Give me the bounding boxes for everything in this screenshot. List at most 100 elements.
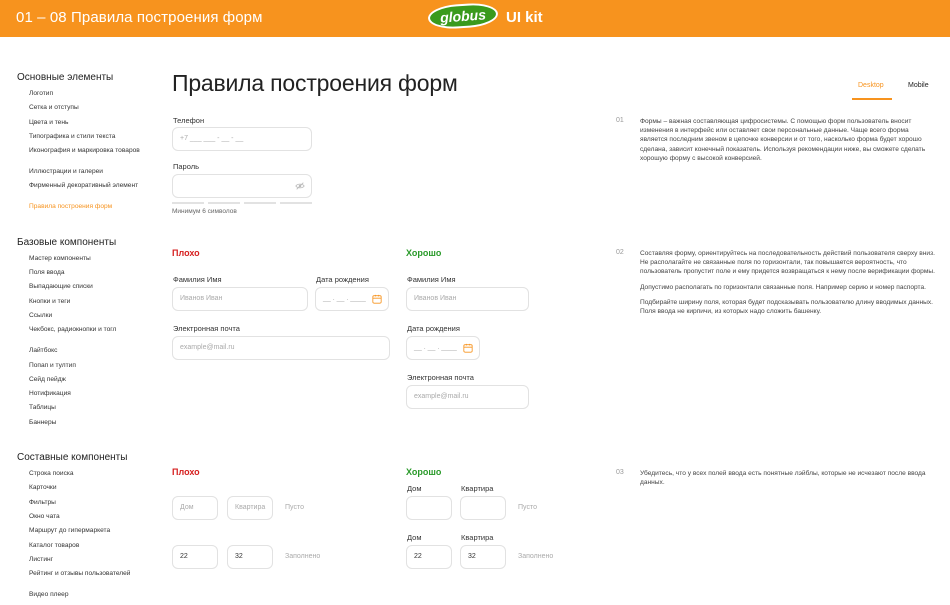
sidebar-item[interactable]: Выпадающие списки — [29, 283, 147, 297]
good-name-input[interactable]: Иванов Иван — [406, 287, 529, 311]
good-flat-label: Квартира — [461, 484, 494, 493]
good-example-title-2: Хорошо — [406, 248, 442, 258]
sidebar-item[interactable]: Логотип — [29, 90, 147, 104]
sidebar-nav: Основные элементы Логотип Сетка и отступы Ц… — [17, 72, 147, 605]
ui-kit-title: UI kit — [506, 9, 543, 26]
password-strength-bar — [172, 202, 312, 204]
calendar-icon[interactable] — [463, 343, 473, 353]
good-house-value: 22 — [414, 553, 422, 560]
sidebar-item[interactable]: Сейд пейдж — [29, 376, 147, 390]
rule-text-2: Составляя форму, ориентируйтесь на после… — [640, 249, 936, 322]
sidebar-item[interactable]: Нотификация — [29, 390, 147, 404]
sidebar-item[interactable]: Кнопки и теги — [29, 298, 147, 312]
sidebar-item[interactable]: Фильтры — [29, 499, 147, 513]
bad-house-placeholder: Дом — [180, 504, 194, 511]
bad-example-title-3: Плохо — [172, 467, 200, 477]
sidebar-item[interactable]: Окно чата — [29, 513, 147, 527]
rule-text-2-p3: Подбирайте ширину поля, которая будет по… — [640, 298, 934, 316]
password-hint: Минимум 6 символов — [172, 208, 237, 215]
sidebar-item[interactable]: Иллюстрации и галереи — [29, 168, 147, 182]
rule-number-3: 03 — [616, 469, 624, 476]
good-birth-label: Дата рождения — [407, 324, 460, 333]
bad-name-label: Фамилия Имя — [173, 275, 222, 284]
sidebar-item[interactable]: Цвета и тень — [29, 119, 147, 133]
sidebar-item[interactable]: Типографика и стили текста — [29, 133, 147, 147]
phone-input-value: +7 ___ ___ - __ - __ — [180, 135, 244, 142]
rule-number-2: 02 — [616, 249, 624, 256]
calendar-icon[interactable] — [372, 294, 382, 304]
password-label: Пароль — [173, 162, 200, 171]
eye-hidden-icon[interactable] — [295, 181, 305, 191]
good-email-input[interactable]: example@mail.ru — [406, 385, 529, 409]
sidebar-section-title: Основные элементы — [17, 72, 114, 83]
tab-desktop[interactable]: Desktop — [858, 82, 884, 89]
bad-birth-placeholder: __ . __ . ____ — [323, 295, 366, 302]
bad-flat-input-empty[interactable]: Квартира — [227, 496, 273, 520]
sidebar-item[interactable]: Строка поиска — [29, 470, 147, 484]
bad-filled-caption: Заполнено — [285, 553, 321, 560]
good-flat-value: 32 — [468, 553, 476, 560]
rule-text-3: Убедитесь, что у всех полей ввода есть п… — [640, 470, 926, 487]
bad-birth-label: Дата рождения — [316, 275, 369, 284]
phone-label: Телефон — [173, 116, 205, 125]
sidebar-item[interactable]: Каталог товаров — [29, 542, 147, 556]
bad-house-value: 22 — [180, 553, 188, 560]
sidebar-item[interactable]: Фирменный декоративный элемент — [29, 182, 147, 203]
bad-flat-input-filled[interactable]: 32 — [227, 545, 273, 569]
bad-example-title-2: Плохо — [172, 248, 200, 258]
rule-number-1: 01 — [616, 117, 624, 124]
good-empty-caption: Пусто — [518, 504, 537, 511]
good-email-placeholder: example@mail.ru — [414, 393, 469, 400]
sidebar-item[interactable]: Мастер компоненты — [29, 255, 147, 269]
good-house-label-2: Дом — [407, 533, 422, 542]
good-example-title-3: Хорошо — [406, 467, 442, 477]
good-house-input-empty[interactable] — [406, 496, 452, 520]
rule-text-2-p2: Допустимо располагать по горизонтали свя… — [640, 283, 927, 291]
page-title: Правила построения форм — [172, 70, 458, 96]
bad-email-placeholder: example@mail.ru — [180, 344, 235, 351]
active-tab-underline — [852, 98, 892, 100]
bad-name-input[interactable]: Иванов Иван — [172, 287, 308, 311]
sidebar-item[interactable]: Маршрут до гипермаркета — [29, 527, 147, 541]
good-house-input-filled[interactable]: 22 — [406, 545, 452, 569]
sidebar-item[interactable]: Поля ввода — [29, 269, 147, 283]
sidebar-item[interactable]: Сетка и отступы — [29, 104, 147, 118]
sidebar-item[interactable]: Чекбокс, радиокнопки и тогл — [29, 326, 147, 347]
sidebar-item[interactable]: Видео плеер — [29, 591, 147, 605]
sidebar-item[interactable]: Попап и тултип — [29, 362, 147, 376]
page-breadcrumb: 01 – 08 Правила построения форм — [16, 9, 263, 26]
good-email-label: Электронная почта — [407, 373, 474, 382]
tab-mobile[interactable]: Mobile — [908, 82, 929, 89]
bad-flat-value: 32 — [235, 553, 243, 560]
good-flat-input-filled[interactable]: 32 — [460, 545, 506, 569]
bad-flat-placeholder: Квартира — [235, 504, 266, 511]
globus-logo[interactable]: globus — [427, 1, 499, 31]
good-birth-placeholder: __ . __ . ____ — [414, 344, 457, 351]
sidebar-section-title: Базовые компоненты — [17, 236, 117, 248]
rule-text-2-p1: Составляя форму, ориентируйтесь на после… — [640, 250, 935, 276]
rule-text-1: Формы – важная составляющая цифросистемы… — [640, 118, 926, 162]
bad-email-input[interactable]: example@mail.ru — [172, 336, 390, 360]
bad-empty-caption: Пусто — [285, 504, 304, 511]
bad-email-label: Электронная почта — [173, 324, 240, 333]
bad-house-input-filled[interactable]: 22 — [172, 545, 218, 569]
sidebar-item[interactable]: Правила построения форм — [29, 203, 147, 217]
sidebar-item[interactable]: Листинг — [29, 556, 147, 570]
sidebar-item[interactable]: Ссылки — [29, 312, 147, 326]
phone-input[interactable]: +7 ___ ___ - __ - __ — [172, 127, 312, 151]
sidebar-item[interactable]: Баннеры — [29, 419, 147, 433]
good-name-label: Фамилия Имя — [407, 275, 456, 284]
good-birth-input[interactable]: __ . __ . ____ — [406, 336, 480, 360]
bad-birth-input[interactable]: __ . __ . ____ — [315, 287, 389, 311]
password-input[interactable] — [172, 174, 312, 198]
sidebar-item[interactable]: Таблицы — [29, 404, 147, 418]
good-flat-label-2: Квартира — [461, 533, 494, 542]
bad-house-input-empty[interactable]: Дом — [172, 496, 218, 520]
top-bar: 01 – 08 Правила построения форм globus U… — [0, 0, 950, 37]
sidebar-item[interactable]: Лайтбокс — [29, 347, 147, 361]
sidebar-item[interactable]: Карточки — [29, 484, 147, 498]
good-house-label: Дом — [407, 484, 422, 493]
sidebar-item[interactable]: Иконография и маркировка товаров — [29, 147, 147, 168]
good-flat-input-empty[interactable] — [460, 496, 506, 520]
bad-name-placeholder: Иванов Иван — [180, 295, 223, 302]
